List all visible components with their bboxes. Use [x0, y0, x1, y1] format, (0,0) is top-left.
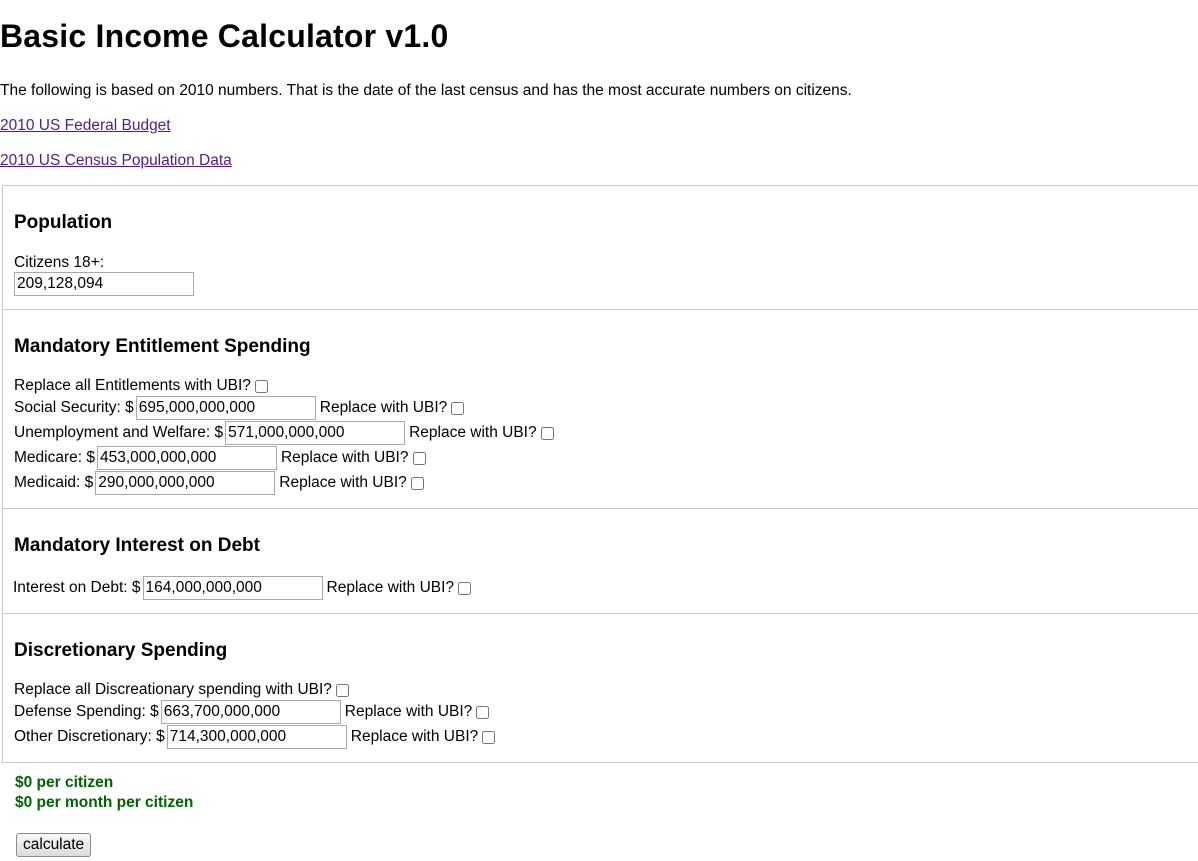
interest-row: Interest on Debt: $ Replace with UBI?	[13, 576, 472, 600]
defense-checkbox[interactable]	[476, 705, 490, 719]
calculate-button[interactable]: calculate	[16, 833, 92, 857]
per-citizen-result: $0 per citizen	[15, 774, 114, 791]
citizens-row	[14, 272, 198, 296]
medicare-row: Medicare: $ Replace with UBI?	[14, 446, 426, 470]
other-discretionary-checkbox[interactable]	[482, 730, 496, 744]
unemployment-label: Unemployment and Welfare: $	[14, 424, 224, 441]
replace-label: Replace with UBI?	[319, 399, 448, 416]
census-data-link[interactable]: 2010 US Census Population Data	[0, 152, 232, 170]
replace-label: Replace with UBI?	[279, 474, 407, 491]
population-heading: Population	[14, 212, 113, 233]
replace-label: Replace with UBI?	[350, 728, 479, 745]
mandatory-heading: Mandatory Entitlement Spending	[14, 336, 311, 357]
interest-input[interactable]	[142, 576, 323, 600]
replace-label: Replace with UBI?	[409, 424, 537, 441]
unemployment-input[interactable]	[225, 421, 406, 445]
citizens-input[interactable]	[14, 272, 194, 296]
medicare-checkbox[interactable]	[412, 451, 426, 465]
defense-label: Defense Spending: $	[14, 703, 159, 720]
unemployment-row: Unemployment and Welfare: $ Replace with…	[14, 421, 554, 445]
medicaid-row: Medicaid: $ Replace with UBI?	[14, 471, 424, 495]
replace-all-entitlements-checkbox[interactable]	[254, 379, 268, 393]
replace-all-entitlements-row: Replace all Entitlements with UBI?	[14, 374, 268, 398]
medicaid-label: Medicaid: $	[14, 474, 94, 491]
unemployment-checkbox[interactable]	[540, 426, 554, 440]
mandatory-section: Mandatory Entitlement Spending Replace a…	[2, 309, 1198, 509]
other-discretionary-input[interactable]	[166, 725, 347, 749]
other-discretionary-label: Other Discretionary: $	[14, 728, 165, 745]
discretionary-heading: Discretionary Spending	[14, 640, 228, 661]
social-security-checkbox[interactable]	[451, 401, 465, 415]
replace-all-discretionary-checkbox[interactable]	[335, 683, 349, 697]
replace-all-discretionary-label: Replace all Discreationary spending with…	[14, 681, 332, 698]
population-section: Population Citizens 18+:	[2, 185, 1198, 310]
medicare-input[interactable]	[96, 446, 277, 470]
federal-budget-link[interactable]: 2010 US Federal Budget	[0, 117, 171, 135]
social-security-input[interactable]	[135, 396, 316, 420]
social-security-label: Social Security: $	[14, 399, 134, 416]
replace-label: Replace with UBI?	[326, 579, 455, 596]
per-month-result: $0 per month per citizen	[15, 794, 194, 811]
replace-all-discretionary-row: Replace all Discreationary spending with…	[14, 678, 349, 702]
replace-all-entitlements-label: Replace all Entitlements with UBI?	[14, 377, 251, 394]
interest-label: Interest on Debt: $	[13, 579, 141, 596]
intro-text: The following is based on 2010 numbers. …	[0, 82, 852, 99]
medicare-label: Medicare: $	[14, 449, 95, 466]
interest-heading: Mandatory Interest on Debt	[14, 535, 260, 556]
other-discretionary-row: Other Discretionary: $ Replace with UBI?	[14, 725, 496, 749]
page-title: Basic Income Calculator v1.0	[0, 18, 449, 54]
medicaid-input[interactable]	[95, 471, 276, 495]
replace-label: Replace with UBI?	[280, 449, 409, 466]
medicaid-checkbox[interactable]	[410, 476, 424, 490]
discretionary-section: Discretionary Spending Replace all Discr…	[2, 613, 1198, 763]
defense-row: Defense Spending: $ Replace with UBI?	[14, 700, 490, 724]
social-security-row: Social Security: $ Replace with UBI?	[14, 396, 465, 420]
interest-section: Mandatory Interest on Debt Interest on D…	[2, 508, 1198, 614]
defense-input[interactable]	[160, 700, 341, 724]
replace-label: Replace with UBI?	[344, 703, 473, 720]
citizens-label: Citizens 18+:	[14, 254, 105, 271]
interest-checkbox[interactable]	[458, 581, 472, 595]
